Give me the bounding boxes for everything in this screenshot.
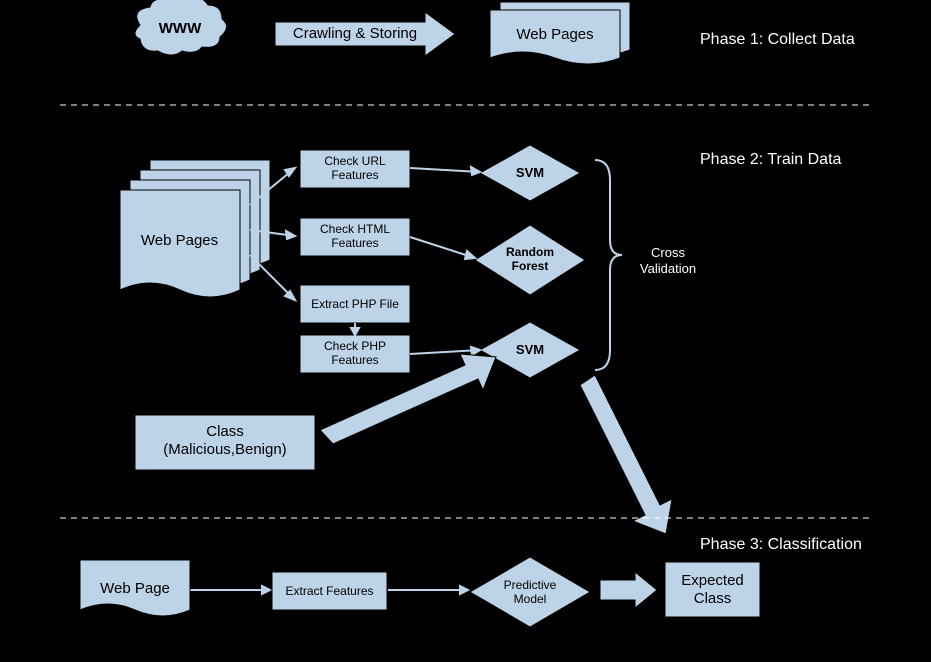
crossval-arrow: [580, 375, 672, 534]
phase2-label: Phase 2: Train Data: [700, 150, 900, 169]
webpages-left: [120, 160, 270, 297]
crossval-label: Cross Validation: [628, 245, 708, 276]
extract-feat-label: Extract Features: [272, 584, 387, 598]
svm2-label: SVM: [500, 342, 560, 358]
webpages-left-label: Web Pages: [122, 232, 237, 250]
webpage-label: Web Page: [85, 580, 185, 598]
expected-label: Expected Class: [665, 572, 760, 608]
phase3-label: Phase 3: Classification: [700, 535, 920, 554]
webpages-top-label: Web Pages: [500, 26, 610, 44]
check-php-label: Check PHP Features: [300, 339, 410, 368]
extract-php-label: Extract PHP File: [300, 297, 410, 311]
svm1-label: SVM: [500, 165, 560, 181]
www-label: WWW: [155, 20, 205, 38]
crawl-label: Crawling & Storing: [280, 25, 430, 43]
rf-label: Random Forest: [495, 245, 565, 274]
class-label: Class (Malicious,Benign): [135, 423, 315, 459]
check-url-label: Check URL Features: [300, 154, 410, 183]
predmodel-label: Predictive Model: [495, 578, 565, 607]
expected-arrow: [600, 572, 657, 608]
brace-icon: [595, 160, 622, 370]
phase1-label: Phase 1: Collect Data: [700, 30, 900, 49]
check-html-label: Check HTML Features: [300, 222, 410, 251]
